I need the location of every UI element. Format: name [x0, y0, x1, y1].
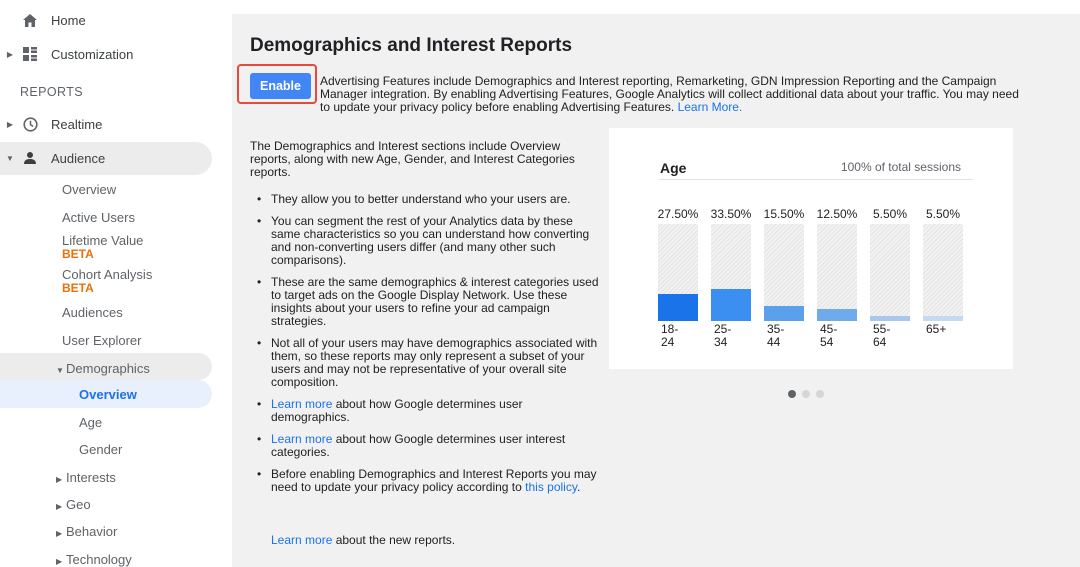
beta-badge: BETA — [62, 281, 94, 295]
sidebar-item-cohort-analysis[interactable]: Cohort Analysis BETA — [62, 267, 152, 295]
age-chart-card: Age 100% of total sessions 27.50% 18- 24 33… — [609, 128, 1013, 369]
sidebar-item-label: Lifetime Value — [62, 233, 144, 248]
enable-button[interactable]: Enable — [250, 73, 311, 99]
advertising-features-text: Advertising Features include Demographic… — [320, 75, 1020, 114]
bar-value-label: 15.50% — [763, 207, 805, 221]
category-label: 18- 24 — [661, 322, 679, 349]
sidebar-item-label: Interests — [66, 470, 116, 485]
sidebar-item-audience-overview[interactable]: Overview — [62, 182, 116, 197]
sidebar-item-active-users[interactable]: Active Users — [62, 210, 135, 225]
sidebar-item-label: Geo — [66, 497, 91, 512]
sidebar-item-label: Behavior — [66, 524, 118, 539]
bar[interactable] — [658, 294, 698, 321]
list-item: They allow you to better understand who … — [254, 193, 599, 207]
carousel-dot[interactable] — [788, 390, 796, 398]
chart-divider — [659, 179, 973, 180]
sidebar-item-geo[interactable]: ▶ Geo — [56, 497, 91, 512]
sidebar-item-audiences[interactable]: Audiences — [62, 305, 123, 320]
sidebar-item-technology[interactable]: ▶ Technology — [56, 552, 132, 567]
sidebar-item-age[interactable]: Age — [79, 415, 102, 430]
sidebar-item-audience-row[interactable]: ▼ Audience — [0, 144, 212, 172]
caret-right-icon[interactable]: ▶ — [56, 557, 66, 566]
intro-text: The Demographics and Interest sections i… — [250, 139, 575, 179]
page-title: Demographics and Interest Reports — [250, 35, 573, 56]
sidebar-item-label: Customization — [51, 46, 134, 62]
sidebar-item-interests[interactable]: ▶ Interests — [56, 470, 116, 485]
chart-subtitle: 100% of total sessions — [840, 160, 961, 174]
sidebar-item-behavior[interactable]: ▶ Behavior — [56, 524, 117, 539]
learn-more-link[interactable]: Learn More. — [678, 100, 743, 114]
sidebar-item-customization[interactable]: ▶ Customization — [0, 40, 222, 68]
list-item-text: . — [576, 480, 581, 494]
sidebar-item-realtime[interactable]: ▶ Realtime — [0, 110, 222, 138]
carousel-dot[interactable] — [816, 390, 824, 398]
caret-down-icon[interactable]: ▼ — [56, 366, 66, 375]
category-label: 35- 44 — [767, 322, 785, 349]
caret-right-icon[interactable]: ▶ — [56, 529, 66, 538]
bar[interactable] — [923, 316, 963, 321]
caret-right-icon[interactable]: ▶ — [56, 475, 66, 484]
sidebar-item-lifetime-value[interactable]: Lifetime Value BETA — [62, 233, 143, 261]
home-icon — [20, 10, 40, 30]
list-item: Learn more about how Google determines u… — [254, 433, 599, 459]
sidebar-item-demographics-overview[interactable]: Overview — [79, 387, 137, 402]
bar-track — [870, 224, 910, 321]
privacy-policy-link[interactable]: this policy — [525, 480, 577, 494]
sidebar-item-label: Home — [51, 12, 86, 28]
learn-more-interests-link[interactable]: Learn more — [271, 432, 332, 446]
bar[interactable] — [817, 309, 857, 321]
footer-note-text: about the new reports. — [332, 533, 456, 547]
carousel-dots — [788, 390, 824, 398]
bar-value-label: 33.50% — [710, 207, 752, 221]
category-label: 65+ — [926, 322, 947, 336]
sidebar-item-demographics[interactable]: ▼ Demographics — [56, 361, 150, 376]
caret-down-icon[interactable]: ▼ — [6, 154, 14, 163]
bar-track — [711, 224, 751, 321]
carousel-dot[interactable] — [802, 390, 810, 398]
bar-value-label: 27.50% — [657, 207, 699, 221]
footer-note: Learn more about the new reports. — [271, 533, 455, 547]
top-strip — [232, 0, 1080, 14]
category-label: 25- 34 — [714, 322, 732, 349]
benefits-list: They allow you to better understand who … — [254, 193, 599, 503]
beta-badge: BETA — [62, 247, 94, 261]
advertising-description: Advertising Features include Demographic… — [320, 74, 1019, 114]
sidebar-item-label: Demographics — [66, 361, 150, 376]
learn-more-demographics-link[interactable]: Learn more — [271, 397, 332, 411]
sidebar-item-home[interactable]: Home — [0, 6, 222, 34]
sidebar: Home ▶ Customization REPORTS ▶ Realtime … — [0, 0, 222, 567]
sidebar-item-label: Cohort Analysis — [62, 267, 153, 282]
caret-right-icon[interactable]: ▶ — [6, 50, 14, 59]
bar[interactable] — [764, 306, 804, 321]
learn-more-reports-link[interactable]: Learn more — [271, 533, 332, 547]
bar-track — [764, 224, 804, 321]
bar-track — [923, 224, 963, 321]
bar-value-label: 5.50% — [872, 207, 908, 221]
bar-track — [817, 224, 857, 321]
list-item: Not all of your users may have demograph… — [254, 337, 599, 389]
person-icon — [20, 148, 40, 168]
category-label: 45- 54 — [820, 322, 838, 349]
bar[interactable] — [870, 316, 910, 321]
sidebar-item-label: Technology — [66, 552, 132, 567]
caret-right-icon[interactable]: ▶ — [56, 502, 66, 511]
list-item: You can segment the rest of your Analyti… — [254, 215, 599, 267]
bar[interactable] — [711, 289, 751, 321]
sidebar-item-user-explorer[interactable]: User Explorer — [62, 333, 141, 348]
customization-icon — [20, 44, 40, 64]
chart-title: Age — [660, 160, 687, 176]
sidebar-item-label: Realtime — [51, 116, 103, 132]
bar-value-label: 5.50% — [925, 207, 961, 221]
sidebar-item-gender[interactable]: Gender — [79, 442, 122, 457]
list-item: Learn more about how Google determines u… — [254, 398, 599, 424]
bar-track — [658, 224, 698, 321]
category-label: 55- 64 — [873, 322, 891, 349]
caret-right-icon[interactable]: ▶ — [6, 120, 14, 129]
clock-icon — [20, 114, 40, 134]
sidebar-item-label: Audience — [51, 150, 106, 166]
bar-value-label: 12.50% — [816, 207, 858, 221]
list-item: These are the same demographics & intere… — [254, 276, 599, 328]
list-item: Before enabling Demographics and Interes… — [254, 468, 599, 494]
reports-heading: REPORTS — [20, 85, 83, 99]
